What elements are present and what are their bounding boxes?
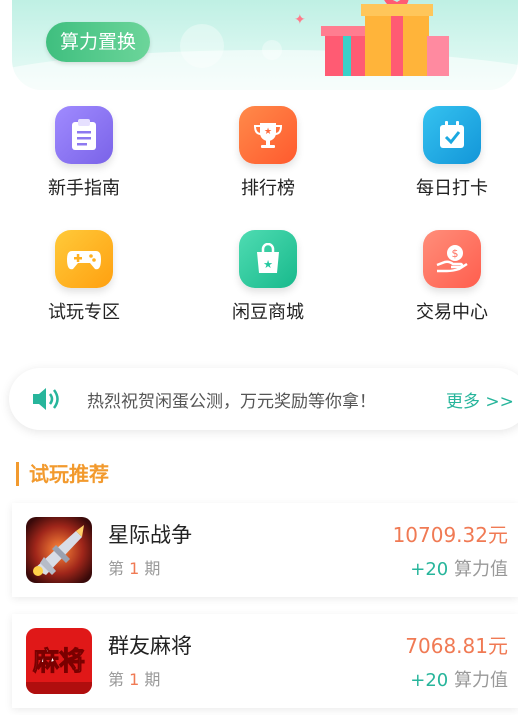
- svg-text:$: $: [452, 247, 459, 260]
- svg-text:麻将: 麻将: [32, 647, 85, 677]
- menu-item-mall[interactable]: ★ 闲豆商城: [198, 230, 338, 324]
- compute-reward: +20 算力值: [410, 670, 508, 691]
- menu-item-guide[interactable]: 新手指南: [14, 106, 154, 200]
- menu-item-trade[interactable]: $ 交易中心: [382, 230, 518, 324]
- menu-item-label: 每日打卡: [416, 178, 488, 199]
- gamepad-icon: [55, 230, 113, 288]
- game-thumbnail: [26, 517, 92, 583]
- reward-amount: 10709.32元: [392, 523, 508, 547]
- menu-item-label: 试玩专区: [48, 302, 120, 323]
- menu-item-checkin[interactable]: 每日打卡: [382, 106, 518, 200]
- game-period: 第 1 期: [108, 559, 161, 578]
- game-name: 群友麻将: [108, 634, 192, 658]
- svg-text:★: ★: [264, 127, 272, 137]
- announcement-text: 热烈祝贺闲蛋公测，万元奖励等你拿！: [87, 392, 376, 412]
- gift-boxes-icon: [321, 0, 449, 76]
- trophy-icon: ★: [239, 106, 297, 164]
- hand-coin-icon: $: [423, 230, 481, 288]
- menu-item-label: 闲豆商城: [232, 302, 304, 323]
- menu-item-label: 交易中心: [416, 302, 488, 323]
- svg-text:★: ★: [263, 258, 273, 271]
- more-link[interactable]: 更多 >>: [446, 387, 514, 412]
- reward-amount: 7068.81元: [405, 634, 508, 658]
- compute-reward: +20 算力值: [410, 559, 508, 580]
- banner-tag: 算力置换: [46, 22, 151, 62]
- menu-item-label: 新手指南: [48, 178, 120, 199]
- section-title: 试玩推荐: [16, 462, 109, 486]
- sparkle-icon: ✦: [294, 12, 306, 28]
- menu-item-ranking[interactable]: ★ 排行榜: [198, 106, 338, 200]
- game-card[interactable]: 麻将 群友麻将 第 1 期 7068.81元 +20 算力值: [12, 614, 518, 708]
- speaker-icon: [33, 388, 59, 410]
- mahjong-logo: 麻将: [26, 628, 92, 694]
- shopping-bag-icon: ★: [239, 230, 297, 288]
- menu-item-trial[interactable]: 试玩专区: [14, 230, 154, 324]
- game-period: 第 1 期: [108, 670, 161, 689]
- game-card[interactable]: 星际战争 第 1 期 10709.32元 +20 算力值: [12, 503, 518, 597]
- game-name: 星际战争: [108, 523, 192, 547]
- announcement-bar[interactable]: 热烈祝贺闲蛋公测，万元奖励等你拿！ 更多 >>: [9, 368, 518, 430]
- spaceship-icon: [26, 517, 92, 583]
- calendar-check-icon: [423, 106, 481, 164]
- game-thumbnail: 麻将: [26, 628, 92, 694]
- menu-item-label: 排行榜: [241, 178, 295, 199]
- promo-banner[interactable]: ✦ 算力置换: [12, 0, 518, 90]
- clipboard-icon: [55, 106, 113, 164]
